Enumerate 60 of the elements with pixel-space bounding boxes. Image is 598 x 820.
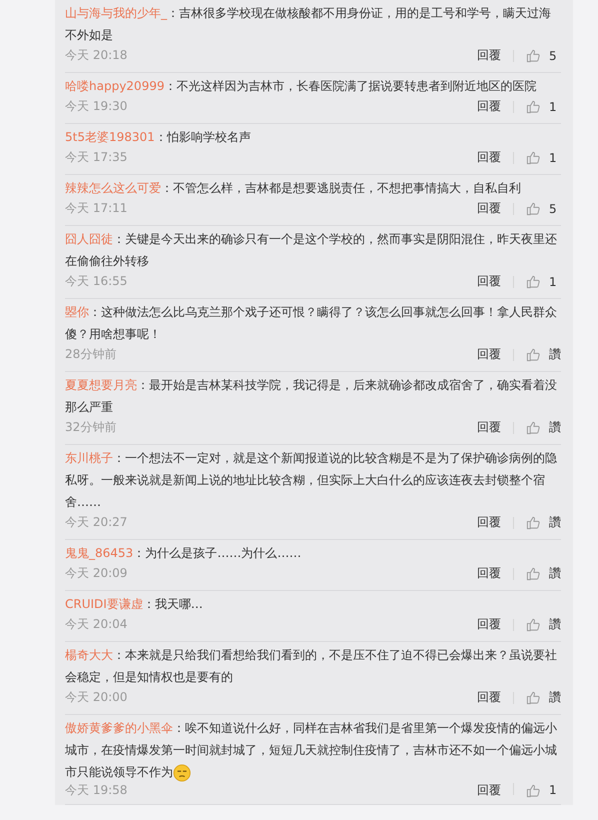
like-count: 1 (549, 150, 558, 164)
like-count: 讚 (549, 616, 561, 633)
comment-text: 鬼鬼_86453：为什么是孩子……为什么…… (65, 545, 302, 562)
comment-text: 楊奇大大：本来就是只给我们看想给我们看到的，不是压不住了迫不得已会爆出来？虽说要社会稳定，但是知情权也是要有的 (65, 647, 558, 686)
comment-time: 今天 19:58 (65, 783, 128, 797)
comment-time: 今天 19:30 (65, 98, 128, 115)
like-count: 1 (549, 274, 558, 288)
thumbs-up-icon[interactable] (526, 274, 541, 289)
reply-link[interactable]: 回覆 (477, 149, 501, 166)
like-count: 1 (549, 100, 558, 114)
comment-time: 今天 20:27 (65, 514, 128, 531)
reply-link[interactable]: 回覆 (477, 616, 501, 633)
like-count: 1 (549, 783, 558, 797)
reply-link[interactable]: 回覆 (477, 200, 501, 217)
like-count: 讚 (549, 565, 561, 582)
thumbs-up-icon[interactable] (526, 515, 541, 530)
comment-time: 32分钟前 (65, 419, 118, 436)
reply-link[interactable]: 回覆 (477, 98, 501, 115)
thumbs-up-icon[interactable] (526, 783, 541, 798)
like-count: 讚 (549, 689, 561, 706)
thumbs-up-icon[interactable] (526, 150, 541, 165)
reply-link[interactable]: 回覆 (477, 514, 501, 531)
comment-time: 今天 17:35 (65, 149, 128, 166)
comment-time: 今天 17:11 (65, 200, 128, 217)
thumbs-up-icon[interactable] (526, 347, 541, 362)
thumbs-up-icon[interactable] (526, 617, 541, 632)
reply-link[interactable]: 回覆 (477, 783, 501, 797)
comment-text: 东川桃子：一个想法不一定对，就是这个新闻报道说的比较含糊是不是为了保护确诊病例的隐私呀。一般来说就是新闻上说的地址比较含糊，但实际上大白什么的应该连夜去封锁整个宿舍…… (65, 450, 558, 511)
comment-time: 今天 20:18 (65, 47, 128, 64)
thumbs-up-icon[interactable] (526, 690, 541, 705)
comment-time: 今天 20:00 (65, 689, 128, 706)
comment-text: 夏夏想要月亮：最开始是吉林某科技学院，我记得是，后来就确诊都改成宿舍了，确实看着没那么严重 (65, 377, 558, 416)
comment-time: 今天 16:55 (65, 273, 128, 290)
comment-text: 5t5老婆198301：怕影响学校名声 (65, 129, 252, 146)
reply-link[interactable]: 回覆 (477, 419, 501, 436)
reply-link[interactable]: 回覆 (477, 565, 501, 582)
comment-text: CRUIDI要谦虚：我天哪… (65, 596, 204, 613)
comment-time: 今天 20:09 (65, 565, 128, 582)
thumbs-up-icon[interactable] (526, 48, 541, 63)
thumbs-up-icon[interactable] (526, 566, 541, 581)
comment-text: 傲娇黄爹爹的小黑伞：唉不知道说什么好，同样在吉林省我们是省里第一个爆发疫情的偏远小城市，在疫情爆发第一时间就封城了，短短几天就控制住疫情了，吉林市还不如一个偏远小城市只能说领导不作为 (65, 717, 561, 783)
comment-text: 辣辣怎么这么可爱：不管怎么样，吉林都是想要逃脱责任，不想把事情搞大，自私自利 (65, 180, 522, 197)
reply-link[interactable]: 回覆 (477, 346, 501, 363)
comment-time: 28分钟前 (65, 346, 118, 363)
comment-text: 山与海与我的少年_：吉林很多学校现在做核酸都不用身份证，用的是工号和学号，瞒天过海不外如是 (65, 5, 552, 44)
like-count: 讚 (549, 514, 561, 531)
comment-text: 哈喽happy20999：不光这样因为吉林市，长春医院满了据说要转患者到附近地区的医院 (65, 78, 538, 95)
comment-text: 囧人囧徒：关键是今天出来的确诊只有一个是这个学校的，然而事实是阴阳混住，昨天夜里还在偷偷往外转移 (65, 231, 558, 270)
reply-link[interactable]: 回覆 (477, 47, 501, 64)
reply-link[interactable]: 回覆 (477, 689, 501, 706)
like-count: 讚 (549, 346, 561, 363)
reply-link[interactable]: 回覆 (477, 273, 501, 290)
comment-time: 今天 20:04 (65, 616, 128, 633)
thumbs-up-icon[interactable] (526, 420, 541, 435)
comment-text: 曌你：这种做法怎么比乌克兰那个戏子还可恨？瞒得了？该怎么回事就怎么回事！拿人民群众傻？用啥想事呢！ (65, 304, 558, 343)
like-count: 5 (549, 48, 558, 62)
like-count: 5 (549, 202, 558, 216)
thumbs-up-icon[interactable] (526, 201, 541, 216)
thumbs-up-icon[interactable] (526, 99, 541, 114)
like-count: 讚 (549, 419, 561, 436)
